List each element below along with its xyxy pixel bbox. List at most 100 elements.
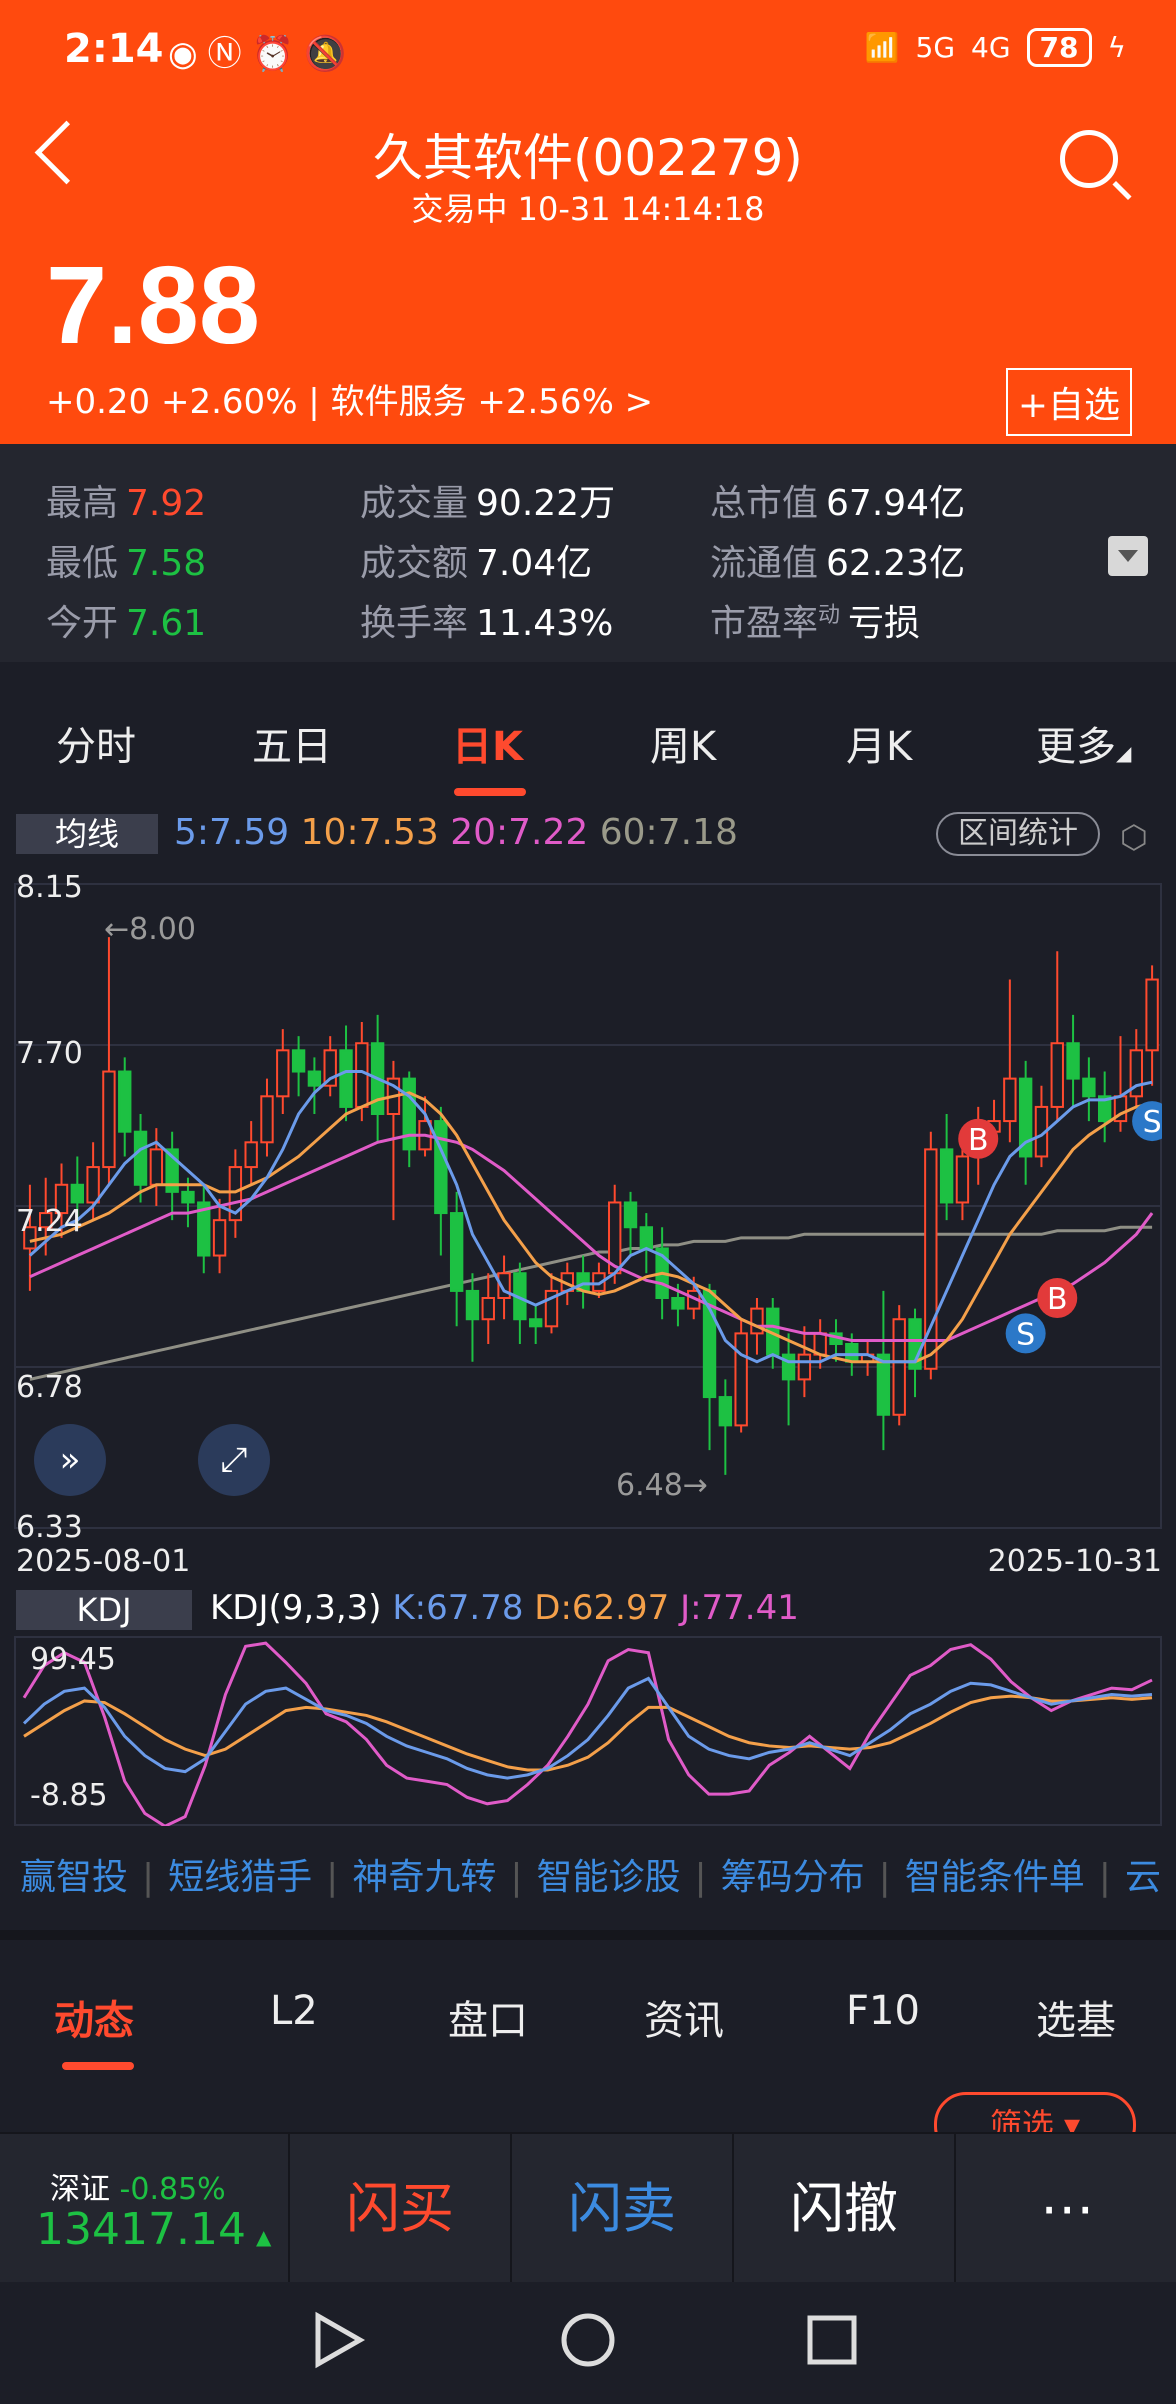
corner-triangle-icon: ◢ xyxy=(1116,741,1132,765)
candle-down xyxy=(181,1190,195,1204)
flash-cancel-button[interactable]: 闪撤 xyxy=(732,2134,954,2284)
candle-up xyxy=(1050,1042,1064,1108)
status-icons: ◉Ⓝ⏰🔕 xyxy=(168,26,356,75)
candle-down xyxy=(671,1297,685,1310)
candle-down xyxy=(465,1289,480,1321)
tab-more[interactable]: 更多◢ xyxy=(1036,714,1131,772)
stat-open: 今开 7.61 xyxy=(46,603,207,644)
nfc-icon: Ⓝ xyxy=(207,34,252,74)
index-info[interactable]: 深证 -0.85% xyxy=(50,2164,226,2208)
status-time: 2:14 xyxy=(64,26,164,72)
candle-down xyxy=(133,1130,148,1186)
candle-up xyxy=(276,1049,290,1098)
more-button[interactable]: ⋯ xyxy=(954,2134,1176,2284)
home-nav-icon[interactable] xyxy=(561,2313,615,2367)
tool-shortcuts: 赢智投 | 短线猎手 | 神奇九转 | 智能诊股 | 筹码分布 | 智能条件单 | 云 xyxy=(20,1857,1161,1898)
flash-sell-button[interactable]: 闪卖 xyxy=(510,2134,732,2284)
tab-fund-select[interactable]: 选基 xyxy=(1036,1988,1116,2046)
kline-chart[interactable]: BBSS xyxy=(14,872,1162,1540)
battery-level: 78 xyxy=(1026,28,1092,67)
candle-up xyxy=(1145,978,1159,1052)
tab-l2[interactable]: L2 xyxy=(270,1988,318,2034)
expand-icon[interactable]: » xyxy=(34,1424,106,1496)
candle-up xyxy=(734,1332,748,1427)
tab-monthly-k[interactable]: 月K xyxy=(846,714,912,772)
stat-float-cap: 流通值 62.23亿 xyxy=(710,543,966,584)
network-4g: 4G xyxy=(971,31,1011,64)
eye-icon: ◉ xyxy=(168,34,208,74)
candle-down xyxy=(1082,1077,1096,1098)
tab-news-feed[interactable]: 动态 xyxy=(54,1988,134,2046)
back-nav-icon[interactable] xyxy=(315,2311,366,2369)
mute-icon: 🔕 xyxy=(304,34,357,74)
up-arrow-icon: ▲ xyxy=(255,2225,272,2249)
trade-mark-label: B xyxy=(968,1123,989,1158)
index-value: 13417.14 ▲ xyxy=(36,2204,272,2255)
ma-legend: 5:7.59 10:7.53 20:7.22 60:7.18 xyxy=(174,812,738,853)
candle-up xyxy=(355,1042,369,1108)
settings-hex-icon[interactable]: ⬡ xyxy=(1120,818,1148,856)
tab-intraday[interactable]: 分时 xyxy=(56,714,136,772)
kdj-border xyxy=(14,1636,1162,1826)
kdj-d: D:62.97 xyxy=(534,1588,670,1628)
add-watchlist-button[interactable]: +自选 xyxy=(1005,368,1132,436)
tab-weekly-k[interactable]: 周K xyxy=(650,714,716,772)
candle-down xyxy=(845,1343,859,1363)
tool-chip-distribution[interactable]: 筹码分布 xyxy=(721,1857,865,1898)
index-name: 深证 xyxy=(50,2172,110,2207)
kdj-k: K:67.78 xyxy=(392,1588,524,1628)
candle-up xyxy=(244,1141,258,1169)
candle-down xyxy=(434,1120,448,1215)
candle-down xyxy=(118,1070,132,1133)
trade-mark-label: B xyxy=(1047,1282,1068,1317)
range-stats-button[interactable]: 区间统计 xyxy=(936,812,1100,856)
tool-win-invest[interactable]: 赢智投 xyxy=(20,1857,128,1898)
candle-down xyxy=(718,1396,733,1427)
candle-down xyxy=(449,1212,464,1292)
tab-five-day[interactable]: 五日 xyxy=(252,714,332,772)
tool-diagnosis[interactable]: 智能诊股 xyxy=(536,1857,680,1898)
fullscreen-icon[interactable]: ⤢ xyxy=(198,1424,270,1496)
kdj-d-line xyxy=(23,1694,1153,1772)
candle-up xyxy=(955,1155,970,1204)
tab-orderbook[interactable]: 盘口 xyxy=(448,1988,528,2046)
stat-volume: 成交量 90.22万 xyxy=(360,483,616,524)
recents-nav-icon[interactable] xyxy=(807,2315,857,2365)
kdj-j-line xyxy=(22,1641,1153,1826)
candle-up xyxy=(149,1148,164,1186)
ma20-value: 20:7.22 xyxy=(450,812,589,853)
tab-daily-k[interactable]: 日K xyxy=(452,714,523,772)
candle-down xyxy=(307,1070,322,1087)
kdj-grid xyxy=(14,1636,1162,1826)
candle-down xyxy=(1066,1042,1080,1080)
candle-up xyxy=(1003,1077,1017,1123)
tool-nine-turn[interactable]: 神奇九转 xyxy=(352,1857,496,1898)
candle-down xyxy=(876,1353,891,1416)
candle-up xyxy=(892,1318,906,1416)
y-label-3: 7.24 xyxy=(16,1204,83,1239)
ma-selector[interactable]: 均线 xyxy=(16,814,158,854)
ma10-value: 10:7.53 xyxy=(300,812,439,853)
tool-cloud[interactable]: 云 xyxy=(1125,1857,1161,1898)
candle-up xyxy=(481,1297,495,1321)
kdj-label: KDJ(9,3,3) xyxy=(210,1588,382,1628)
flash-buy-button[interactable]: 闪买 xyxy=(288,2134,510,2284)
active-tab-indicator xyxy=(454,788,526,796)
trade-mark-label: S xyxy=(1016,1317,1035,1352)
kdj-k-line xyxy=(22,1676,1153,1780)
tab-info[interactable]: 资讯 xyxy=(644,1988,724,2046)
search-icon[interactable] xyxy=(1060,130,1118,188)
expand-stats-icon[interactable] xyxy=(1108,536,1148,576)
tool-condition-order[interactable]: 智能条件单 xyxy=(905,1857,1085,1898)
candle-up xyxy=(260,1095,274,1144)
active-btab-indicator xyxy=(62,2062,134,2070)
candle-down xyxy=(291,1049,306,1073)
kdj-chart[interactable] xyxy=(14,1636,1162,1826)
tab-f10[interactable]: F10 xyxy=(846,1988,920,2034)
kdj-top-label: 99.45 xyxy=(30,1642,116,1677)
quote-stats[interactable]: 最高 7.92 最低 7.58 今开 7.61 成交量 90.22万 成交额 7.04亿 … xyxy=(0,444,1176,662)
tool-short-hunter[interactable]: 短线猎手 xyxy=(168,1857,312,1898)
info-tabs: 动态 L2 盘口 资讯 F10 选基 xyxy=(0,1930,1176,2072)
kdj-selector[interactable]: KDJ xyxy=(16,1590,192,1630)
price-change[interactable]: +0.20 +2.60% | 软件服务 +2.56% > xyxy=(46,374,653,423)
